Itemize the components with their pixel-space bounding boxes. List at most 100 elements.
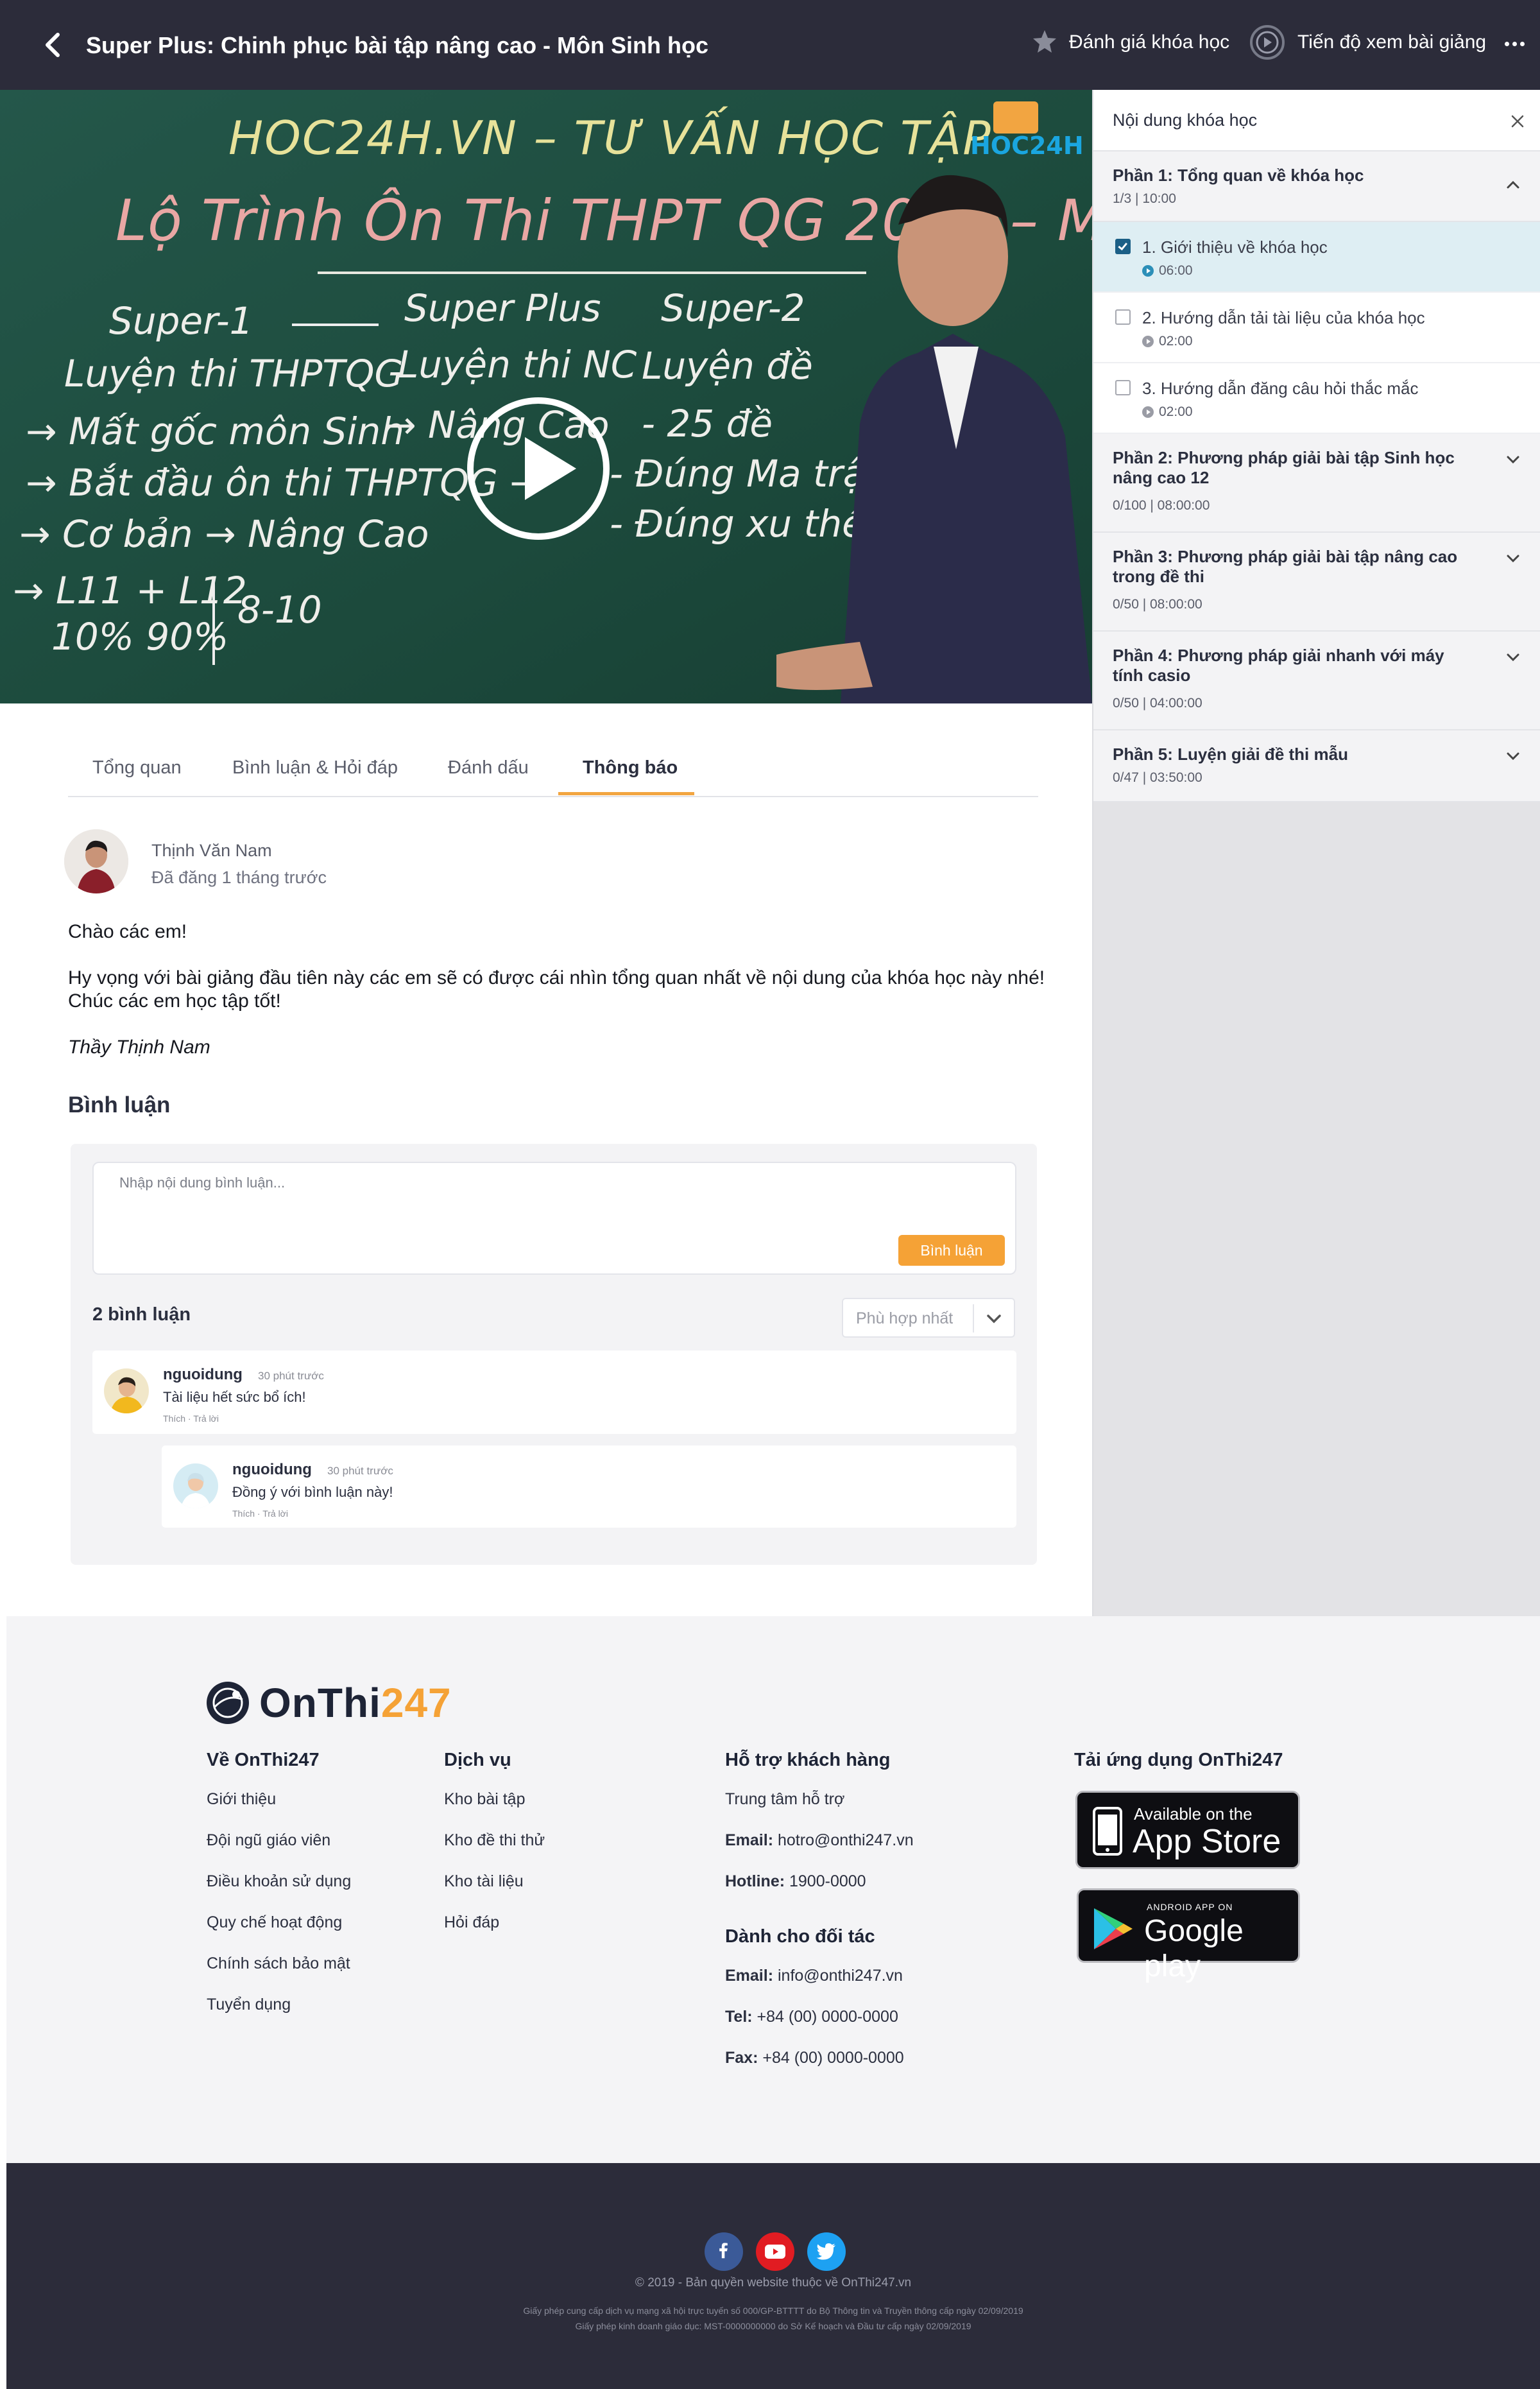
support-email-value[interactable]: hotro@onthi247.vn [778, 1831, 914, 1849]
comment-text: Tài liệu hết sức bổ ích! [163, 1389, 306, 1405]
video-logo: HOC24H [970, 132, 1084, 160]
chevron-up-icon [1507, 180, 1519, 189]
app-store-big: App Store [1133, 1823, 1281, 1860]
board-label: → Bắt đầu ôn thi THPTQG → [26, 461, 541, 505]
google-play-big: Google play [1144, 1914, 1244, 1983]
comment-reply-item: nguoidung 30 phút trước Đồng ý với bình … [162, 1445, 1016, 1528]
view-progress-button[interactable]: Tiến độ xem bài giảng [1249, 23, 1486, 62]
lesson-checkbox[interactable] [1115, 309, 1131, 325]
footer-link[interactable]: Giới thiệu [207, 1790, 351, 1831]
twitter-icon[interactable] [807, 2232, 846, 2271]
lesson-item[interactable]: 3. Hướng dẫn đăng câu hỏi thắc mắc 02:00 [1093, 363, 1540, 434]
board-label: → L11 + L12 [13, 569, 247, 612]
footer-link[interactable]: Kho tài liệu [444, 1872, 545, 1913]
lesson-item[interactable]: 2. Hướng dẫn tải tài liệu của khóa học 0… [1093, 293, 1540, 363]
app-store-button[interactable]: Available on the App Store [1075, 1791, 1300, 1869]
comment-placeholder: Nhập nội dung bình luận... [119, 1175, 286, 1191]
footer-link[interactable]: Đội ngũ giáo viên [207, 1831, 351, 1872]
comment-actions[interactable]: Thích · Trả lời [163, 1413, 219, 1424]
tab-comments-qa[interactable]: Bình luận & Hỏi đáp [232, 757, 398, 779]
section-title: Phần 1: Tổng quan về khóa học [1113, 166, 1364, 185]
youtube-icon[interactable] [756, 2232, 794, 2271]
back-arrow-icon[interactable] [36, 27, 72, 63]
comment-actions[interactable]: Thích · Trả lời [232, 1508, 288, 1519]
lesson-duration: 02:00 [1142, 404, 1193, 420]
tab-bookmarks[interactable]: Đánh dấu [448, 757, 529, 779]
comment-author[interactable]: nguoidung [163, 1366, 243, 1384]
footer-link[interactable]: Chính sách bảo mật [207, 1954, 351, 1996]
footer-link[interactable]: Trung tâm hỗ trợ [725, 1790, 914, 1831]
section-title: Phần 4: Phương pháp giải nhanh với máy t… [1113, 646, 1444, 685]
phone-icon [1093, 1807, 1122, 1856]
rate-course-button[interactable]: Đánh giá khóa học [1032, 26, 1229, 59]
lesson-checkbox[interactable] [1115, 380, 1131, 395]
course-content-sidebar: Nội dung khóa học Phần 1: Tổng quan về k… [1092, 90, 1540, 1616]
support-hotline: Hotline: 1900-0000 [725, 1872, 914, 1913]
author-name[interactable]: Thịnh Văn Nam [151, 841, 272, 861]
lesson-item[interactable]: 1. Giới thiệu về khóa học 06:00 [1093, 222, 1540, 293]
board-heading: HOC24H.VN – TƯ VẤN HỌC TẬP [228, 107, 992, 165]
play-icon [525, 437, 576, 500]
more-options-icon[interactable] [1502, 31, 1527, 56]
section-1[interactable]: Phần 1: Tổng quan về khóa học 1/3 | 10:0… [1093, 151, 1540, 222]
partner-tel-value[interactable]: +84 (00) 0000-0000 [757, 2008, 898, 2026]
lesson-title: 1. Giới thiệu về khóa học [1142, 237, 1328, 257]
copyright-text: © 2019 - Bản quyền website thuộc về OnTh… [635, 2276, 912, 2290]
lesson-checkbox[interactable] [1115, 239, 1131, 254]
section-2[interactable]: Phần 2: Phương pháp giải bài tập Sinh họ… [1093, 434, 1540, 533]
sort-value: Phù hợp nhất [856, 1309, 954, 1327]
section-5[interactable]: Phần 5: Luyện giải đề thi mẫu 0/47 | 03:… [1093, 730, 1540, 802]
board-label: Super-1 [109, 299, 253, 343]
submit-comment-button[interactable]: Bình luận [898, 1235, 1005, 1266]
partner-fax: Fax: +84 (00) 0000-0000 [725, 2049, 914, 2090]
board-label: → Mất gốc môn Sinh [26, 410, 404, 453]
partner-email: Email: info@onthi247.vn [725, 1967, 914, 2008]
footer-bottom: © 2019 - Bản quyền website thuộc về OnTh… [6, 2163, 1540, 2389]
footer-logo[interactable]: OnThi 247 [205, 1679, 452, 1727]
google-play-small: ANDROID APP ON [1147, 1902, 1233, 1912]
video-player[interactable]: HOC24H.VN – TƯ VẤN HỌC TẬP Lộ Trình Ôn T… [0, 90, 1092, 703]
lesson-duration-text: 06:00 [1159, 263, 1193, 278]
partner-fax-value: +84 (00) 0000-0000 [762, 2049, 904, 2067]
star-icon [1032, 28, 1057, 57]
progress-ring-icon [1250, 25, 1285, 60]
chevron-down-icon [987, 1315, 1001, 1324]
logo-text-accent: 247 [381, 1680, 452, 1726]
section-4[interactable]: Phần 4: Phương pháp giải nhanh với máy t… [1093, 632, 1540, 730]
partner-tel: Tel: +84 (00) 0000-0000 [725, 2008, 914, 2049]
tab-overview[interactable]: Tổng quan [92, 757, 182, 779]
footer-link[interactable]: Kho bài tập [444, 1790, 545, 1831]
footer-link[interactable]: Quy chế hoạt động [207, 1913, 351, 1954]
section-title: Phần 3: Phương pháp giải bài tập nâng ca… [1113, 547, 1458, 586]
board-label: Luyện thi NC [398, 343, 637, 386]
post-text: Hy vọng với bài giảng đầu tiên này các e… [68, 967, 1045, 1012]
tab-announcements[interactable]: Thông báo [583, 757, 678, 779]
section-meta: 0/47 | 03:50:00 [1113, 770, 1202, 785]
footer-link[interactable]: Tuyển dụng [207, 1996, 351, 2037]
footer-col-about: Về OnThi247 Giới thiệu Đội ngũ giáo viên… [207, 1750, 351, 2037]
sort-select[interactable]: Phù hợp nhất [842, 1298, 1015, 1338]
google-play-button[interactable]: ANDROID APP ON Google play [1077, 1888, 1300, 1983]
lesson-duration-text: 02:00 [1159, 404, 1193, 419]
sidebar-title: Nội dung khóa học [1113, 110, 1258, 130]
support-email: Email: hotro@onthi247.vn [725, 1831, 914, 1872]
play-button[interactable] [467, 397, 610, 540]
section-meta: 0/100 | 08:00:00 [1113, 498, 1210, 513]
comment-input[interactable]: Nhập nội dung bình luận... [92, 1162, 1016, 1275]
footer-link[interactable]: Điều khoản sử dụng [207, 1872, 351, 1913]
partner-fax-label: Fax: [725, 2049, 758, 2067]
support-hotline-label: Hotline: [725, 1872, 785, 1890]
post-greeting: Chào các em! [68, 921, 187, 942]
facebook-icon[interactable] [705, 2232, 743, 2271]
post-time: Đã đăng 1 tháng trước [151, 868, 327, 887]
footer-link[interactable]: Kho đề thi thử [444, 1831, 545, 1872]
footer-link[interactable]: Hỏi đáp [444, 1913, 545, 1954]
board-label: - Đúng Ma trận [610, 452, 889, 496]
partner-email-value[interactable]: info@onthi247.vn [778, 1967, 903, 1985]
comment-author[interactable]: nguoidung [232, 1461, 312, 1479]
partner-tel-label: Tel: [725, 2008, 753, 2026]
section-meta: 0/50 | 04:00:00 [1113, 696, 1202, 711]
section-3[interactable]: Phần 3: Phương pháp giải bài tập nâng ca… [1093, 533, 1540, 632]
close-icon[interactable] [1509, 113, 1526, 130]
support-hotline-value[interactable]: 1900-0000 [789, 1872, 866, 1890]
